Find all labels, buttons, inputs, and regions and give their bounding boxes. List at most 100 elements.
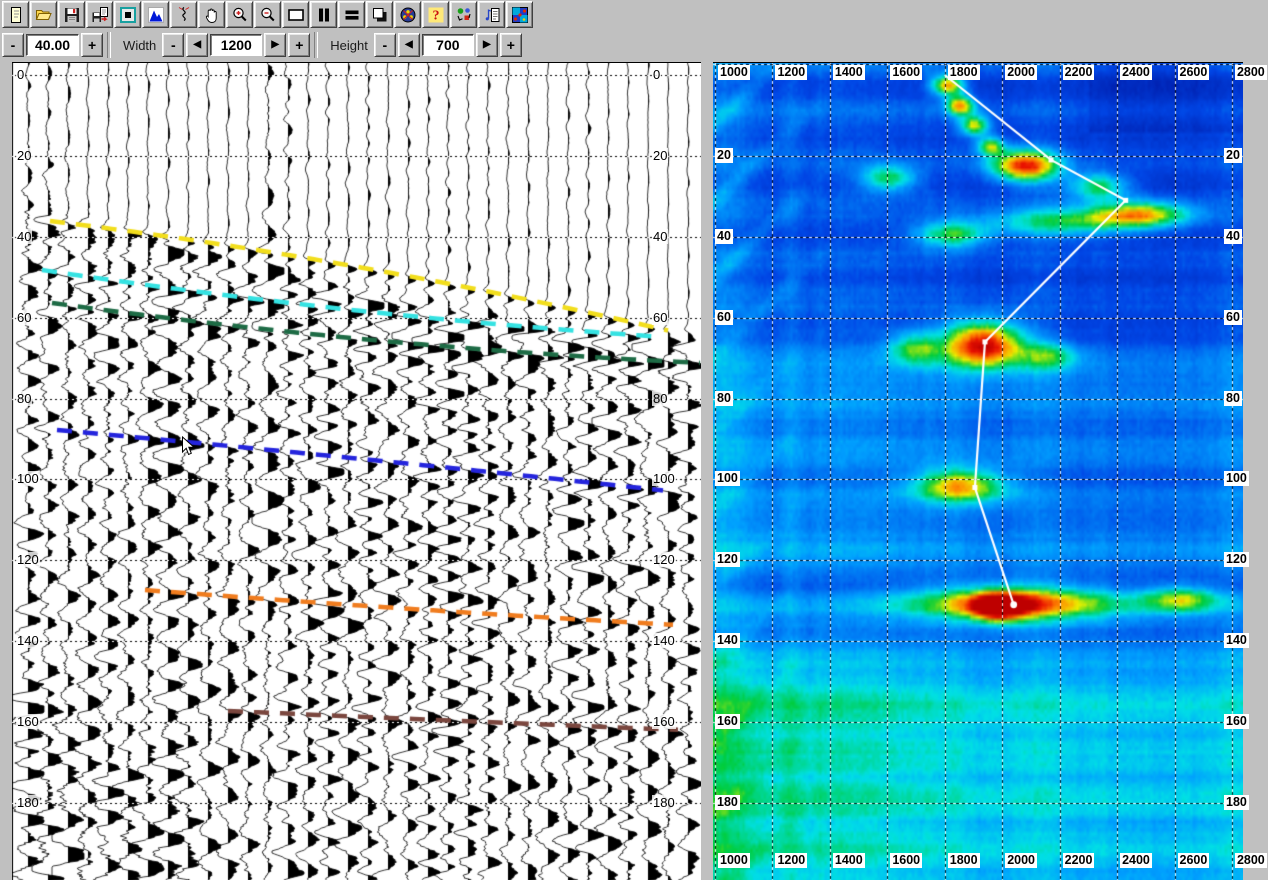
semb-velocity-label-bottom: 1200 bbox=[775, 853, 807, 868]
seis-time-label-right: 140 bbox=[652, 633, 676, 648]
toolbar-pan-hand-button[interactable] bbox=[198, 1, 225, 28]
toolbar-pause-button[interactable] bbox=[310, 1, 337, 28]
seis-time-label-right: 180 bbox=[652, 795, 676, 810]
semb-velocity-label-bottom: 1000 bbox=[718, 853, 750, 868]
semb-time-label-right: 40 bbox=[1224, 229, 1242, 244]
open-icon bbox=[35, 6, 53, 24]
seis-time-label-right: 80 bbox=[652, 391, 668, 406]
save-icon bbox=[63, 6, 81, 24]
semb-velocity-label-bottom: 2200 bbox=[1063, 853, 1095, 868]
toolbar-recolor-arrows-button[interactable] bbox=[450, 1, 477, 28]
height-right-arrow-button[interactable]: ▶ bbox=[476, 33, 498, 57]
toolbar-peak-display-button[interactable] bbox=[142, 1, 169, 28]
toolbar-open-button[interactable] bbox=[30, 1, 57, 28]
seis-time-label-right: 100 bbox=[652, 471, 676, 486]
toolbar-color-wheel-button[interactable] bbox=[394, 1, 421, 28]
seis-time-label-left: 100 bbox=[16, 471, 40, 486]
semb-time-label-left: 60 bbox=[715, 310, 733, 325]
semb-time-label-left: 180 bbox=[715, 795, 740, 810]
width-decrease-button[interactable]: - bbox=[162, 33, 184, 57]
semb-velocity-label-top: 2400 bbox=[1120, 65, 1152, 80]
mouse-cursor-arrow bbox=[181, 436, 196, 458]
toolbar-save-button[interactable] bbox=[58, 1, 85, 28]
toolbar-report-notes-button[interactable] bbox=[478, 1, 505, 28]
semb-time-label-left: 140 bbox=[715, 633, 740, 648]
toolbar-help-button[interactable]: ? bbox=[422, 1, 449, 28]
semb-time-label-right: 140 bbox=[1224, 633, 1249, 648]
peak-display-icon bbox=[147, 6, 165, 24]
toolbar-zoom-in-button[interactable] bbox=[226, 1, 253, 28]
horizontal-bars-icon bbox=[343, 6, 361, 24]
semb-velocity-label-bottom: 2400 bbox=[1120, 853, 1152, 868]
seis-time-label-left: 120 bbox=[16, 552, 40, 567]
seis-time-label-left: 140 bbox=[16, 633, 40, 648]
height-decrease-button[interactable]: - bbox=[374, 33, 396, 57]
semb-velocity-label-bottom: 2600 bbox=[1178, 853, 1210, 868]
width-left-arrow-button[interactable]: ◀ bbox=[186, 33, 208, 57]
seis-time-label-left: 180 bbox=[16, 795, 40, 810]
seismic-panel[interactable]: 0020204040606080801001001201201401401601… bbox=[12, 62, 701, 880]
gain-control: - 40.00 + bbox=[2, 33, 103, 57]
semb-time-label-left: 120 bbox=[715, 552, 740, 567]
semb-velocity-label-bottom: 2000 bbox=[1005, 853, 1037, 868]
semblance-heatmap-canvas[interactable] bbox=[713, 63, 1243, 880]
semb-velocity-label-bottom: 1600 bbox=[890, 853, 922, 868]
pause-icon bbox=[315, 6, 333, 24]
seis-time-label-right: 40 bbox=[652, 229, 668, 244]
toolbar-rect-select-button[interactable] bbox=[282, 1, 309, 28]
separator bbox=[314, 32, 318, 58]
height-control: Height - ◀ 700 ▶ + bbox=[322, 33, 522, 57]
toolbar-zoom-out-button[interactable] bbox=[254, 1, 281, 28]
height-increase-button[interactable]: + bbox=[500, 33, 522, 57]
toolbar-layers-button[interactable] bbox=[366, 1, 393, 28]
semb-time-label-right: 80 bbox=[1224, 391, 1242, 406]
semblance-panel[interactable]: 1000100012001200140014001600160018001800… bbox=[713, 62, 1243, 880]
gain-increase-button[interactable]: + bbox=[81, 33, 103, 57]
seis-time-label-left: 20 bbox=[16, 148, 32, 163]
semb-velocity-label-top: 1000 bbox=[718, 65, 750, 80]
semb-velocity-label-bottom: 1400 bbox=[833, 853, 865, 868]
semb-time-label-left: 80 bbox=[715, 391, 733, 406]
width-right-arrow-button[interactable]: ▶ bbox=[264, 33, 286, 57]
stop-frame-icon bbox=[119, 6, 137, 24]
help-icon: ? bbox=[427, 6, 445, 24]
width-value[interactable]: 1200 bbox=[210, 34, 262, 56]
app-window: ? - 40.00 + Width - ◀ 1200 ▶ + Height - … bbox=[0, 0, 1268, 880]
semb-velocity-label-bottom: 1800 bbox=[948, 853, 980, 868]
color-wheel-icon bbox=[399, 6, 417, 24]
semb-time-label-left: 100 bbox=[715, 471, 740, 486]
seis-time-label-right: 120 bbox=[652, 552, 676, 567]
seis-time-label-left: 0 bbox=[16, 67, 25, 82]
colormap-icon bbox=[511, 6, 529, 24]
toolbar-save-as-button[interactable] bbox=[86, 1, 113, 28]
semb-time-label-right: 100 bbox=[1224, 471, 1249, 486]
pan-hand-icon bbox=[203, 6, 221, 24]
seis-time-label-left: 80 bbox=[16, 391, 32, 406]
gain-decrease-button[interactable]: - bbox=[2, 33, 24, 57]
height-value[interactable]: 700 bbox=[422, 34, 474, 56]
toolbar-horizontal-bars-button[interactable] bbox=[338, 1, 365, 28]
semb-time-label-right: 20 bbox=[1224, 148, 1242, 163]
seis-time-label-right: 60 bbox=[652, 310, 668, 325]
width-label: Width bbox=[115, 38, 160, 53]
seis-time-label-left: 60 bbox=[16, 310, 32, 325]
toolbar-new-file-button[interactable] bbox=[2, 1, 29, 28]
seismic-wiggle-canvas[interactable] bbox=[12, 63, 701, 880]
width-control: Width - ◀ 1200 ▶ + bbox=[115, 33, 310, 57]
width-increase-button[interactable]: + bbox=[288, 33, 310, 57]
semb-velocity-label-top: 2600 bbox=[1178, 65, 1210, 80]
toolbar-colormap-button[interactable] bbox=[506, 1, 533, 28]
toolbar-wiggle-trace-button[interactable] bbox=[170, 1, 197, 28]
height-left-arrow-button[interactable]: ◀ bbox=[398, 33, 420, 57]
semb-time-label-left: 40 bbox=[715, 229, 733, 244]
gain-value[interactable]: 40.00 bbox=[26, 34, 79, 56]
wiggle-trace-icon bbox=[175, 6, 193, 24]
rect-select-icon bbox=[287, 6, 305, 24]
semb-time-label-right: 180 bbox=[1224, 795, 1249, 810]
toolbar-stop-frame-button[interactable] bbox=[114, 1, 141, 28]
semb-velocity-label-top: 1400 bbox=[833, 65, 865, 80]
seis-time-label-left: 160 bbox=[16, 714, 40, 729]
separator bbox=[107, 32, 111, 58]
svg-text:?: ? bbox=[432, 8, 439, 23]
semb-time-label-left: 160 bbox=[715, 714, 740, 729]
